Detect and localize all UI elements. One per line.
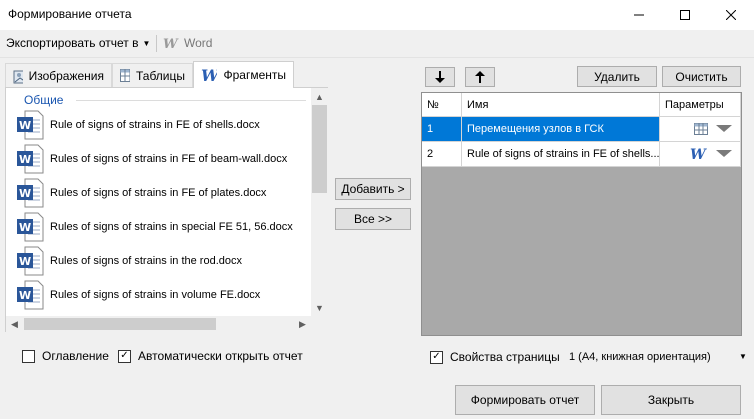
maximize-button[interactable] bbox=[662, 0, 708, 30]
page-properties-option[interactable]: ✓ Свойства страницы bbox=[430, 350, 560, 364]
autoopen-option[interactable]: ✓ Автоматически открыть отчет bbox=[118, 349, 303, 363]
report-items-grid[interactable]: № Имя Параметры 1 Перемещения узлов в ГС… bbox=[421, 92, 742, 336]
tab-tables[interactable]: Таблицы bbox=[112, 63, 193, 87]
tab-tables-label: Таблицы bbox=[135, 68, 185, 83]
close-button[interactable] bbox=[708, 0, 754, 30]
tab-images-label: Изображения bbox=[28, 68, 104, 83]
group-header: Общие bbox=[24, 93, 64, 107]
column-header-params[interactable]: Параметры bbox=[660, 93, 741, 117]
toc-checkbox[interactable] bbox=[22, 349, 35, 363]
close-dialog-button[interactable]: Закрыть bbox=[601, 385, 741, 415]
export-word-label: Word bbox=[184, 36, 213, 50]
table-icon bbox=[120, 69, 130, 82]
toc-label: Оглавление bbox=[42, 349, 109, 363]
svg-text:W: W bbox=[163, 37, 179, 50]
add-button[interactable]: Добавить > bbox=[335, 178, 411, 200]
delete-button[interactable]: Удалить bbox=[577, 66, 657, 87]
minimize-icon bbox=[634, 14, 644, 16]
move-up-button[interactable] bbox=[465, 67, 495, 87]
fragments-list[interactable]: Общие W Rule of signs of strains in FE o… bbox=[5, 87, 328, 332]
list-item-label: Rules of signs of strains in special FE … bbox=[50, 221, 293, 233]
docx-file-icon: W bbox=[17, 110, 44, 140]
table-row-params[interactable]: W bbox=[660, 142, 741, 167]
list-item[interactable]: W Rules of signs of strains in FE of pla… bbox=[16, 176, 306, 210]
toc-option[interactable]: Оглавление bbox=[22, 349, 109, 363]
table-row-num[interactable]: 1 bbox=[422, 117, 462, 142]
close-icon bbox=[726, 10, 736, 20]
images-icon bbox=[13, 70, 23, 83]
svg-text:W: W bbox=[19, 255, 31, 268]
list-item-label: Rule of signs of strains in FE of shells… bbox=[50, 119, 260, 131]
docx-file-icon: W bbox=[17, 212, 44, 242]
autoopen-label: Автоматически открыть отчет bbox=[138, 349, 303, 363]
dropdown-arrow-icon[interactable]: ▼ bbox=[739, 352, 747, 361]
list-item[interactable]: W Rules of signs of strains in special F… bbox=[16, 210, 306, 244]
docx-file-icon: W bbox=[17, 178, 44, 208]
window-title: Формирование отчета bbox=[8, 7, 132, 21]
tab-fragments[interactable]: W Фрагменты bbox=[193, 61, 294, 88]
table-row-num[interactable]: 2 bbox=[422, 142, 462, 167]
tab-fragments-label: Фрагменты bbox=[223, 68, 286, 82]
list-item[interactable]: W Rule of signs of strains in FE of shel… bbox=[16, 108, 306, 142]
svg-text:W: W bbox=[19, 221, 31, 234]
vertical-scroll-thumb[interactable] bbox=[312, 105, 327, 193]
dropdown-arrow-icon: ▼ bbox=[142, 38, 151, 48]
toolbar-separator bbox=[156, 35, 157, 52]
list-item-label: Rules of signs of strains in the rod.doc… bbox=[50, 255, 242, 267]
chevron-down-icon[interactable] bbox=[716, 125, 732, 133]
arrow-up-icon bbox=[475, 71, 485, 83]
page-settings-select[interactable]: 1 (А4, книжная ориентация) bbox=[565, 347, 752, 367]
svg-text:W: W bbox=[201, 67, 217, 83]
maximize-icon bbox=[680, 10, 690, 20]
move-down-button[interactable] bbox=[425, 67, 455, 87]
export-menu-label: Экспортировать отчет в bbox=[6, 36, 139, 50]
generate-report-button[interactable]: Формировать отчет bbox=[455, 385, 595, 415]
docx-file-icon: W bbox=[17, 280, 44, 310]
scroll-right-icon[interactable]: ▶ bbox=[294, 316, 311, 332]
word-icon: W bbox=[690, 147, 707, 161]
column-header-name[interactable]: Имя bbox=[462, 93, 660, 117]
page-properties-checkbox[interactable]: ✓ bbox=[430, 350, 443, 364]
table-row-name[interactable]: Rule of signs of strains in FE of shells… bbox=[462, 142, 660, 167]
svg-text:W: W bbox=[19, 187, 31, 200]
list-item-label: Rules of signs of strains in FE of beam-… bbox=[50, 153, 288, 165]
list-item-label: Rules of signs of strains in FE of plate… bbox=[50, 187, 267, 199]
list-item-label: Rules of signs of strains in volume FE.d… bbox=[50, 289, 261, 301]
svg-text:W: W bbox=[19, 153, 31, 166]
column-header-num[interactable]: № bbox=[422, 93, 462, 117]
export-word-button[interactable]: W Word bbox=[163, 36, 212, 50]
table-row-params[interactable] bbox=[660, 117, 741, 142]
list-item[interactable]: W Rules of signs of strains in FE of bea… bbox=[16, 142, 306, 176]
list-item[interactable]: W Rules of signs of strains in volume FE… bbox=[16, 278, 306, 312]
clear-button[interactable]: Очистить bbox=[662, 66, 741, 87]
svg-text:W: W bbox=[690, 147, 707, 161]
minimize-button[interactable] bbox=[616, 0, 662, 30]
svg-text:W: W bbox=[19, 119, 31, 132]
scroll-left-icon[interactable]: ◀ bbox=[6, 316, 23, 332]
word-icon: W bbox=[163, 37, 179, 50]
export-menu[interactable]: Экспортировать отчет в ▼ bbox=[6, 36, 150, 50]
arrow-down-icon bbox=[435, 71, 445, 83]
svg-text:W: W bbox=[19, 289, 31, 302]
word-icon: W bbox=[201, 67, 217, 83]
toolbar: Экспортировать отчет в ▼ W Word bbox=[0, 30, 754, 58]
list-item[interactable]: W Rules of signs of strains in the rod.d… bbox=[16, 244, 306, 278]
table-row-name[interactable]: Перемещения узлов в ГСК bbox=[462, 117, 660, 142]
autoopen-checkbox[interactable]: ✓ bbox=[118, 349, 131, 363]
chevron-down-icon[interactable] bbox=[716, 150, 732, 158]
page-properties-label: Свойства страницы bbox=[450, 350, 560, 364]
tab-images[interactable]: Изображения bbox=[5, 63, 112, 87]
group-divider bbox=[76, 100, 306, 101]
scroll-down-icon[interactable]: ▼ bbox=[311, 299, 328, 316]
docx-file-icon: W bbox=[17, 246, 44, 276]
horizontal-scroll-thumb[interactable] bbox=[24, 318, 216, 330]
scroll-up-icon[interactable]: ▲ bbox=[311, 88, 328, 105]
add-all-button[interactable]: Все >> bbox=[335, 208, 411, 230]
table-icon bbox=[694, 123, 708, 135]
docx-file-icon: W bbox=[17, 144, 44, 174]
